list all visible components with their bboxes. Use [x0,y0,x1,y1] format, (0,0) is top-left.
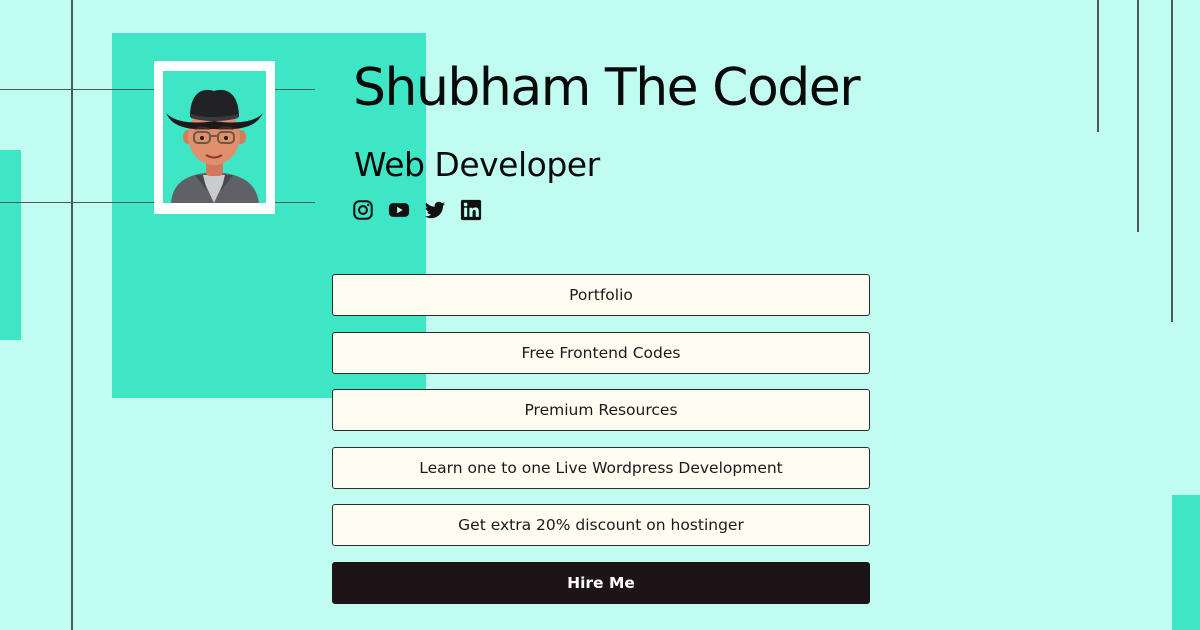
social-links [352,199,482,221]
avatar [163,71,266,203]
instagram-icon[interactable] [352,199,374,221]
avatar-illustration [166,89,263,203]
avatar-frame [154,61,275,214]
divider-line [1137,0,1139,232]
profile-name: Shubham The Coder [353,58,861,118]
free-frontend-codes-button[interactable]: Free Frontend Codes [332,331,870,374]
linkedin-icon[interactable] [460,199,482,221]
twitter-icon[interactable] [424,199,446,221]
profile-role: Web Developer [354,145,600,184]
portfolio-button[interactable]: Portfolio [332,274,870,316]
youtube-icon[interactable] [388,199,410,221]
right-accent-strip [1172,495,1200,630]
divider-line [1171,0,1173,322]
hire-me-button[interactable]: Hire Me [332,561,870,604]
left-accent-strip [0,150,21,340]
wordpress-development-button[interactable]: Learn one to one Live Wordpress Developm… [332,446,870,489]
premium-resources-button[interactable]: Premium Resources [332,389,870,431]
divider-line [71,0,73,630]
link-list: Portfolio Free Frontend Codes Premium Re… [332,274,870,619]
divider-line [1097,0,1099,132]
hostinger-discount-button[interactable]: Get extra 20% discount on hostinger [332,504,870,546]
